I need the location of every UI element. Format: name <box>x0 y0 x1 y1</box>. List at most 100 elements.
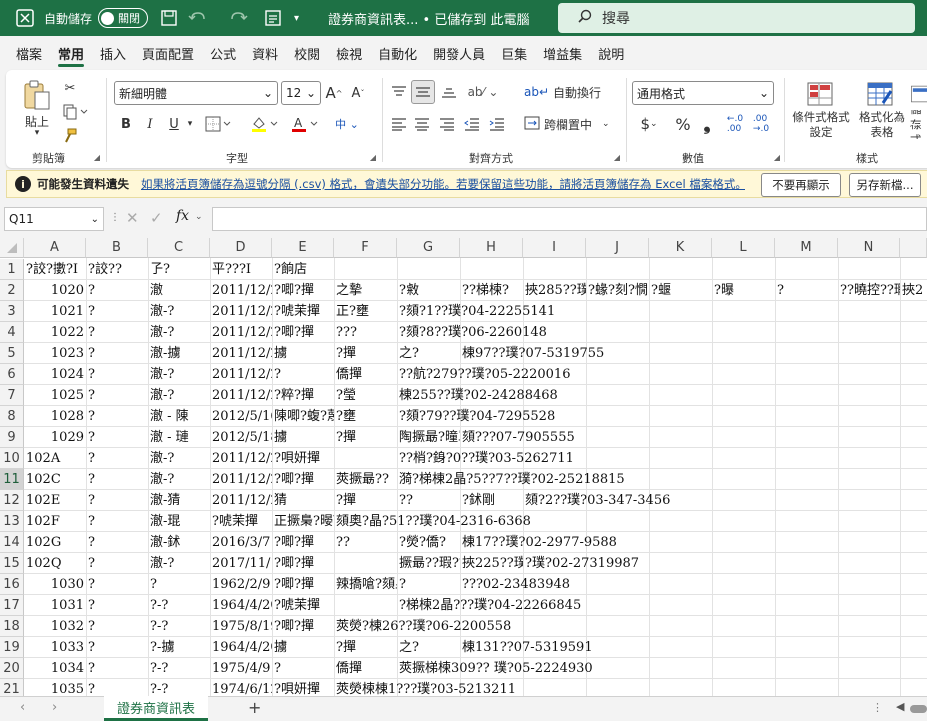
column-header-m[interactable]: M <box>775 238 838 258</box>
cell[interactable]: 2011/12/2 <box>210 322 272 343</box>
undo-icon[interactable] <box>188 0 210 36</box>
decrease-font-icon[interactable]: Aˇ <box>348 81 368 105</box>
cell[interactable]: 棟97??璞?07-5319755 <box>460 343 927 364</box>
cell[interactable]: ??? <box>334 322 397 343</box>
cell[interactable]: 102A <box>24 448 86 469</box>
cell[interactable]: 澈-? <box>148 448 210 469</box>
cell[interactable]: 1028 <box>24 406 86 427</box>
cell[interactable]: ??梯楝? <box>460 280 523 301</box>
cell[interactable]: 1029 <box>24 427 86 448</box>
align-center-icon[interactable] <box>411 112 433 136</box>
row-header[interactable]: 17 <box>0 595 24 616</box>
cell[interactable]: 正撅梟?暥W <box>272 511 334 532</box>
cell[interactable]: 澈-猜 <box>148 490 210 511</box>
cell[interactable]: 2011/12/2 <box>210 448 272 469</box>
cell[interactable]: 1964/4/20 <box>210 637 272 658</box>
row-header[interactable]: 16 <box>0 574 24 595</box>
cell[interactable]: ??航?279??璞?05-2220016 <box>397 364 927 385</box>
cell[interactable]: 之? <box>397 343 460 364</box>
cell[interactable]: ?壅 <box>334 406 397 427</box>
cell[interactable]: 102E <box>24 490 86 511</box>
increase-indent-icon[interactable] <box>486 112 508 136</box>
cell[interactable]: ?-擄 <box>148 637 210 658</box>
cell[interactable]: ? <box>86 532 148 553</box>
cell[interactable]: 1962/2/9 <box>210 574 272 595</box>
cell[interactable]: ? <box>86 574 148 595</box>
cell[interactable]: ?-? <box>148 658 210 679</box>
cell[interactable]: 澈-? <box>148 301 210 322</box>
cell[interactable]: 2011/12/2 <box>210 280 272 301</box>
cell[interactable]: 102F <box>24 511 86 532</box>
cell[interactable]: 莢熒楝棟1???璞?03-5213211 <box>334 679 927 696</box>
cell[interactable]: ? <box>86 637 148 658</box>
cell[interactable]: ? <box>86 448 148 469</box>
fill-color-icon[interactable] <box>248 112 282 136</box>
cell[interactable]: ? <box>86 385 148 406</box>
cell[interactable]: ?唧?撣 <box>272 322 334 343</box>
cell[interactable]: 澈-? <box>148 469 210 490</box>
cell[interactable]: 澈-擄 <box>148 343 210 364</box>
column-header-n[interactable]: N <box>838 238 900 258</box>
select-all-corner[interactable] <box>0 238 24 258</box>
alignment-launcher-icon[interactable]: ◢ <box>612 152 622 162</box>
row-header[interactable]: 7 <box>0 385 24 406</box>
row-header[interactable]: 18 <box>0 616 24 637</box>
number-format-select[interactable]: 通用格式 ⌄ <box>632 81 774 105</box>
cell[interactable]: 澈-? <box>148 322 210 343</box>
cell[interactable]: 澈-琨 <box>148 511 210 532</box>
cell[interactable]: 澈-鉥 <box>148 532 210 553</box>
cell[interactable]: ?璞?02-27319987 <box>523 553 927 574</box>
cell[interactable]: ?鉥剛 <box>460 490 523 511</box>
align-top-icon[interactable] <box>388 80 410 104</box>
column-header-i[interactable]: I <box>523 238 586 258</box>
column-header-l[interactable]: L <box>712 238 775 258</box>
cell[interactable]: ?蝘 <box>649 280 712 301</box>
tab-insert[interactable]: 插入 <box>92 36 134 70</box>
cell[interactable]: ? <box>86 280 148 301</box>
row-header[interactable]: 10 <box>0 448 24 469</box>
cell[interactable]: ?唬茉撣 <box>272 595 334 616</box>
cell[interactable]: ?曝 <box>712 280 775 301</box>
search-box[interactable]: 搜尋 <box>558 3 915 33</box>
cell[interactable]: ? <box>86 595 148 616</box>
column-header-d[interactable]: D <box>210 238 272 258</box>
tab-data[interactable]: 資料 <box>244 36 286 70</box>
cell[interactable]: ?唧?撣 <box>272 553 334 574</box>
tab-review[interactable]: 校閱 <box>286 36 328 70</box>
format-painter-icon[interactable] <box>60 126 80 146</box>
currency-icon[interactable]: $ ⌄ <box>634 112 664 136</box>
cell[interactable]: 1022 <box>24 322 86 343</box>
redo-icon[interactable] <box>226 0 248 36</box>
customize-qat-icon[interactable]: ▾ <box>294 0 299 36</box>
cell[interactable]: 1974/6/12 <box>210 679 272 696</box>
save-icon[interactable] <box>160 0 178 36</box>
document-title[interactable]: 證券商資訊表... • 已儲存到 此電腦 <box>328 0 529 36</box>
cell[interactable]: ???02-23483948 <box>460 574 927 595</box>
cell[interactable]: 棟17??璞?02-2977-9588 <box>460 532 927 553</box>
row-header[interactable]: 4 <box>0 322 24 343</box>
cell[interactable]: 棟255??璞?02-24288468 <box>397 385 927 406</box>
cell[interactable]: ?粹?撣 <box>272 385 334 406</box>
cell[interactable] <box>334 448 397 469</box>
column-header-b[interactable]: B <box>86 238 148 258</box>
cell[interactable]: ?唬茉撣 <box>272 301 334 322</box>
infobar-message[interactable]: 如果將活頁簿儲存為逗號分隔 (.csv) 格式，會遺失部分功能。若要保留這些功能… <box>141 176 745 192</box>
dont-show-again-button[interactable]: 不要再顯示 <box>761 173 841 197</box>
increase-decimal-icon[interactable]: ←.0.00 <box>724 112 746 136</box>
cell[interactable]: ?-? <box>148 616 210 637</box>
cell[interactable]: ?撣 <box>334 490 397 511</box>
column-header-a[interactable]: A <box>24 238 86 258</box>
column-header-k[interactable]: K <box>649 238 712 258</box>
cell[interactable]: ?頦?1??璞?04-22255141 <box>397 301 927 322</box>
cell[interactable]: ?唧?撣 <box>272 532 334 553</box>
cell[interactable]: ? <box>86 511 148 532</box>
clipboard-launcher-icon[interactable]: ◢ <box>92 152 102 162</box>
cell[interactable]: 之摯 <box>334 280 397 301</box>
save-as-button[interactable]: 另存新檔... <box>849 173 921 197</box>
tab-automate[interactable]: 自動化 <box>370 36 425 70</box>
cell[interactable]: ?唧?撣 <box>272 280 334 301</box>
tab-view[interactable]: 檢視 <box>328 36 370 70</box>
scroll-right-icon[interactable]: › <box>52 700 57 715</box>
column-header-g[interactable]: G <box>397 238 460 258</box>
cell[interactable]: 1021 <box>24 301 86 322</box>
